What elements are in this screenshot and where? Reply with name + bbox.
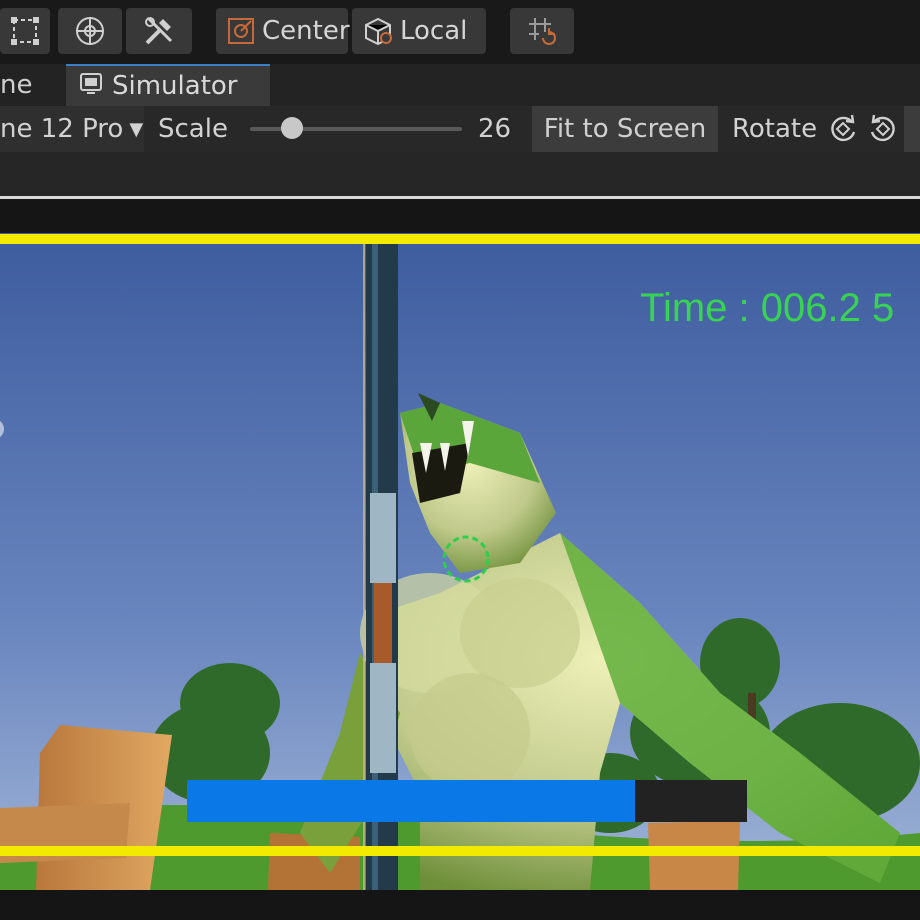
custom-tools-button[interactable] bbox=[126, 8, 192, 54]
device-dropdown-label: ne 12 Pro bbox=[0, 114, 124, 144]
device-bezel-bottom bbox=[0, 890, 920, 920]
rotate-left-icon[interactable] bbox=[826, 112, 860, 150]
rotate-label: Rotate bbox=[732, 114, 818, 144]
safe-area-button[interactable] bbox=[904, 106, 920, 152]
pivot-space-label: Local bbox=[400, 16, 468, 46]
fit-to-screen-label: Fit to Screen bbox=[543, 114, 707, 144]
safe-area-bottom-line bbox=[0, 846, 920, 856]
rect-tool-icon bbox=[8, 14, 42, 48]
device-dropdown[interactable]: ne 12 Pro ▼ bbox=[0, 106, 144, 152]
scale-label: Scale bbox=[158, 114, 228, 144]
grid-snap-button[interactable] bbox=[510, 8, 574, 54]
pivot-space-toggle[interactable]: Local bbox=[352, 8, 486, 54]
local-space-icon bbox=[362, 16, 394, 46]
transform-tool-icon bbox=[72, 13, 108, 49]
tab-simulator-label: Simulator bbox=[112, 71, 238, 101]
simulator-icon bbox=[78, 70, 104, 103]
pivot-center-icon bbox=[226, 16, 256, 46]
tab-simulator[interactable]: Simulator bbox=[66, 64, 270, 106]
transform-tool-button[interactable] bbox=[58, 8, 122, 54]
pivot-mode-toggle[interactable]: Center bbox=[216, 8, 350, 54]
fit-to-screen-button[interactable]: Fit to Screen bbox=[532, 106, 718, 152]
tab-game[interactable]: ne bbox=[0, 64, 62, 106]
scale-value: 26 bbox=[478, 114, 512, 144]
rect-tool-button[interactable] bbox=[0, 8, 50, 54]
simulator-background bbox=[0, 152, 920, 196]
time-counter: Time : 006.2 5 bbox=[640, 286, 895, 330]
safe-area-top-line bbox=[0, 234, 920, 244]
pivot-mode-label: Center bbox=[262, 16, 350, 46]
rotate-right-icon[interactable] bbox=[866, 112, 900, 150]
device-bezel-top bbox=[0, 199, 920, 233]
grid-snap-icon bbox=[525, 14, 559, 48]
tab-game-label: ne bbox=[0, 70, 33, 100]
chevron-down-icon: ▼ bbox=[129, 118, 144, 140]
tools-icon bbox=[141, 13, 177, 49]
health-bar-fill bbox=[187, 780, 635, 822]
